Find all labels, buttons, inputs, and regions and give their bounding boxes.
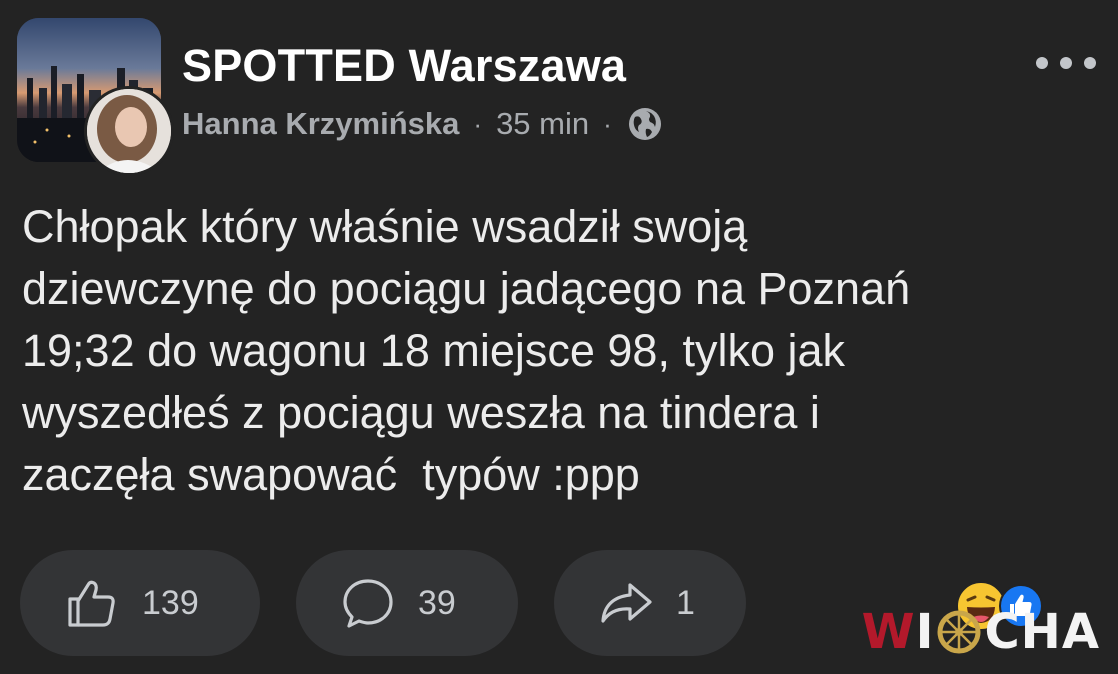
post-time[interactable]: 35 min	[496, 106, 589, 142]
thumbs-up-icon	[68, 580, 115, 627]
watermark-letter-w: W	[861, 604, 916, 660]
more-dot	[1060, 57, 1072, 69]
watermark-text-cha: CHA	[984, 604, 1100, 660]
group-name[interactable]: SPOTTED Warszawa	[182, 40, 626, 92]
more-dot	[1084, 57, 1096, 69]
more-options-button[interactable]	[1036, 48, 1096, 78]
meta-separator: ·	[473, 108, 483, 139]
comment-count: 39	[418, 583, 456, 622]
watermark-logo: W I CHA	[862, 604, 1100, 660]
user-avatar[interactable]	[84, 86, 174, 176]
profile-photo	[87, 89, 171, 173]
watermark-letter-i: I	[915, 604, 935, 660]
like-button[interactable]: 139	[20, 550, 260, 656]
post-meta: Hanna Krzymińska · 35 min ·	[182, 104, 664, 144]
comment-bubble-icon	[343, 579, 393, 628]
post-card: SPOTTED Warszawa Hanna Krzymińska · 35 m…	[0, 0, 1118, 674]
share-count: 1	[676, 583, 695, 622]
more-dot	[1036, 57, 1048, 69]
author-name[interactable]: Hanna Krzymińska	[182, 106, 459, 142]
post-text: Chłopak który właśnie wsadził swoją dzie…	[22, 201, 911, 500]
share-button[interactable]: 1	[554, 550, 746, 656]
globe-icon	[628, 108, 661, 140]
meta-separator: ·	[603, 108, 612, 139]
wheel-icon	[937, 610, 981, 654]
like-count: 139	[142, 583, 199, 622]
comment-button[interactable]: 39	[296, 550, 518, 656]
share-arrow-icon	[601, 583, 652, 623]
